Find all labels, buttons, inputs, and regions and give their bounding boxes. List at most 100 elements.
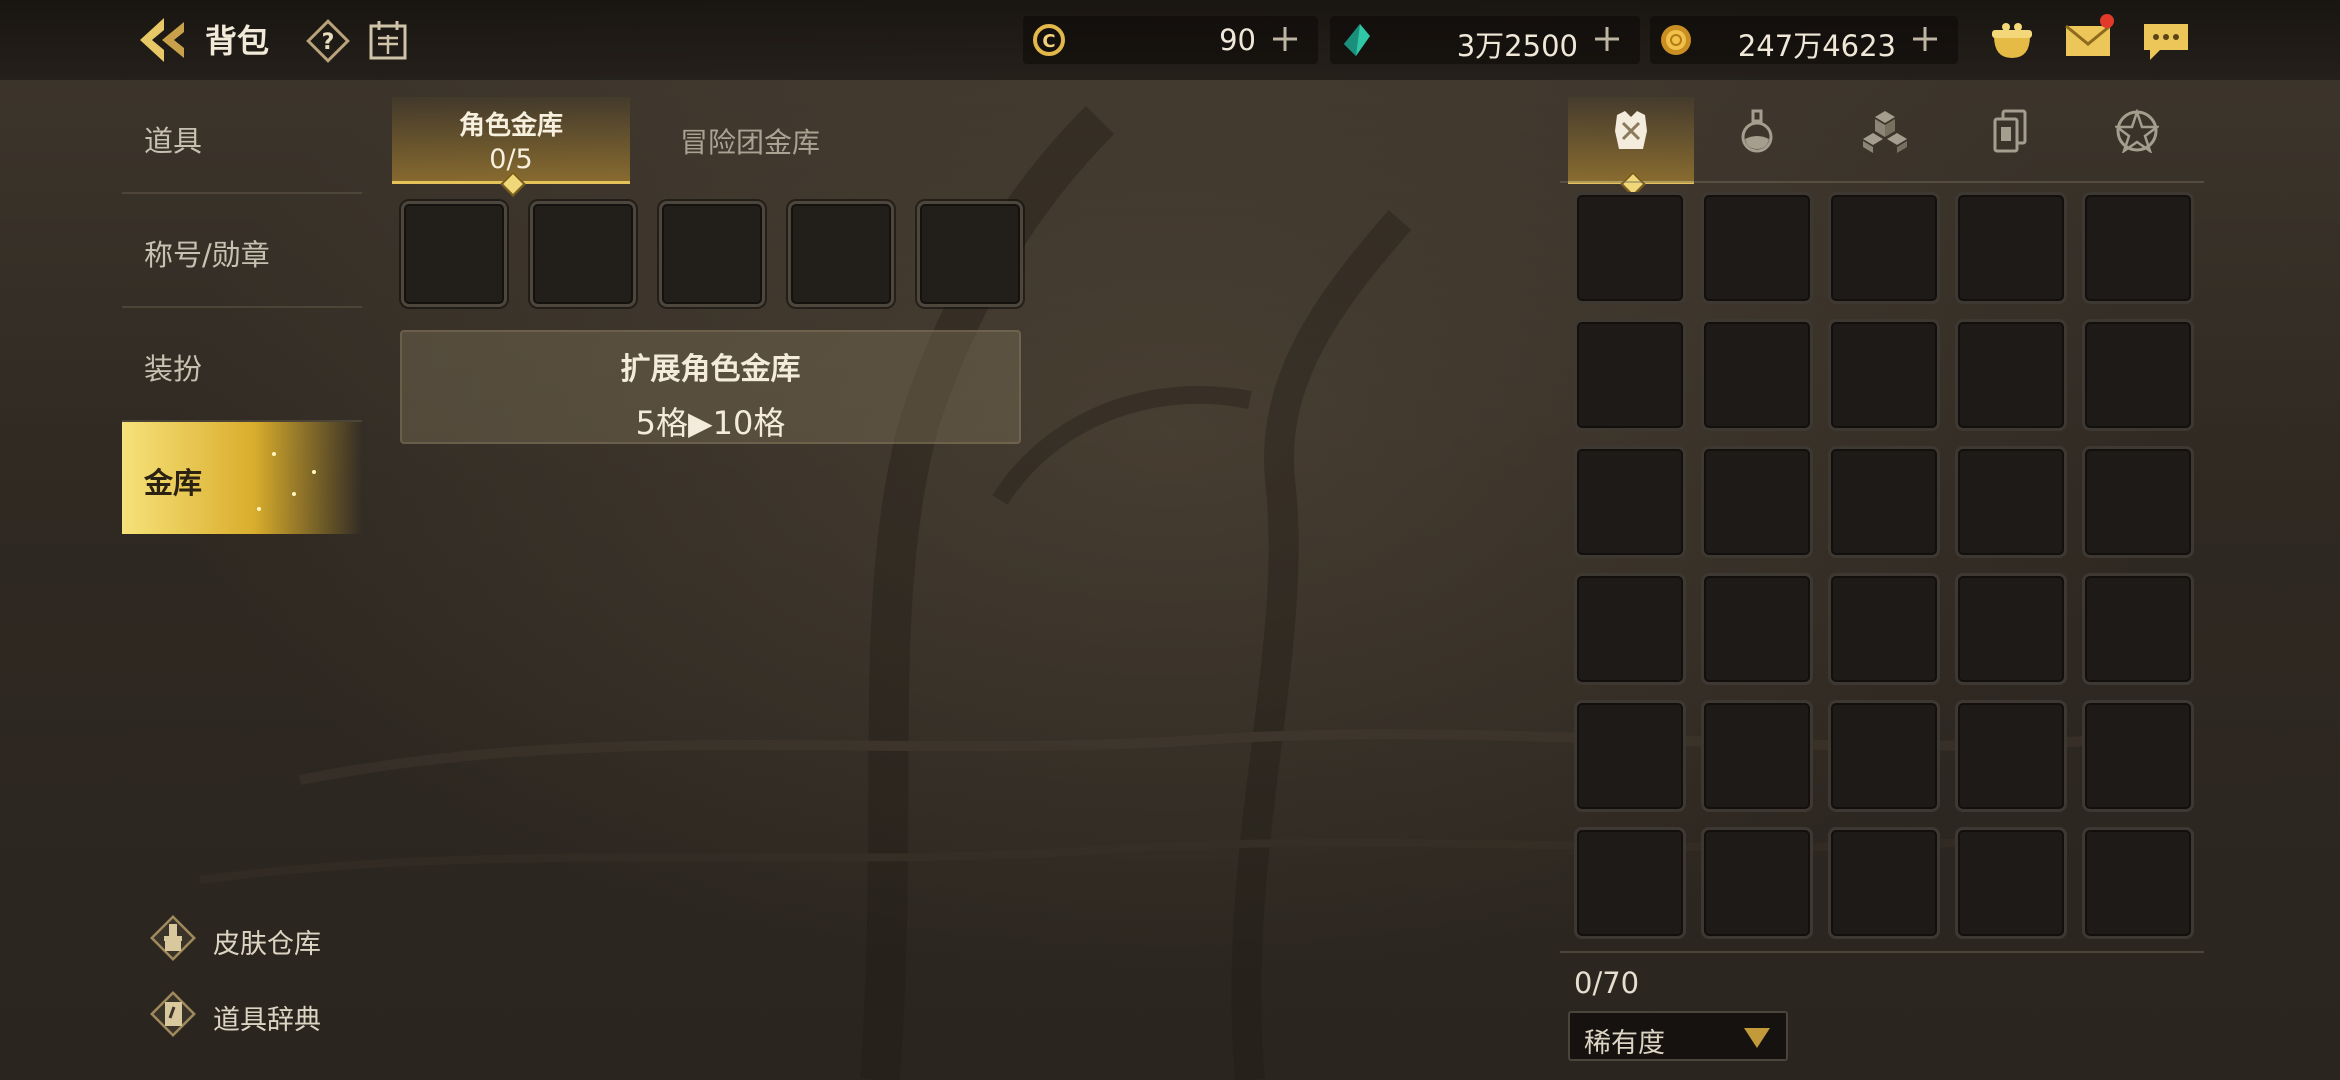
tab-equipment[interactable] xyxy=(1568,97,1694,197)
back-button[interactable] xyxy=(134,14,190,66)
inventory-slot[interactable] xyxy=(1955,573,2067,685)
inventory-slot[interactable] xyxy=(2082,573,2194,685)
vault-slot[interactable] xyxy=(917,201,1023,307)
active-tab-indicator xyxy=(500,171,526,197)
mail-button[interactable] xyxy=(2062,14,2114,64)
sidebar-item-costume[interactable]: 装扮 xyxy=(122,308,362,422)
expand-vault-button[interactable]: 扩展角色金库 5格▶10格 xyxy=(400,330,1021,444)
add-stamina-button[interactable] xyxy=(1268,22,1302,56)
chat-button[interactable] xyxy=(2140,16,2192,64)
inventory-slot[interactable] xyxy=(1574,700,1686,812)
purse-button[interactable] xyxy=(1986,16,2038,64)
inventory-slot[interactable] xyxy=(1701,319,1813,431)
sort-value: 稀有度 xyxy=(1584,1028,1665,1059)
brush-icon xyxy=(150,915,196,961)
item-dictionary-label: 道具辞典 xyxy=(213,1005,321,1036)
book-icon xyxy=(150,991,196,1037)
pentagram-icon xyxy=(2115,109,2159,153)
sidebar-item-vault[interactable]: 金库 xyxy=(122,422,362,534)
inventory-slot[interactable] xyxy=(1574,319,1686,431)
inventory-slot[interactable] xyxy=(2082,827,2194,939)
inventory-slot[interactable] xyxy=(1574,192,1686,304)
vault-slot[interactable] xyxy=(788,201,894,307)
tab-cards[interactable] xyxy=(1946,97,2072,181)
inventory-slot[interactable] xyxy=(1701,573,1813,685)
inventory-slot[interactable] xyxy=(1955,700,2067,812)
question-mark-icon: ? xyxy=(306,19,350,63)
tab-label: 冒险团金库 xyxy=(679,126,820,159)
inventory-count: 0/70 xyxy=(1574,966,1640,1000)
vault-slot[interactable] xyxy=(659,201,765,307)
inventory-slot[interactable] xyxy=(1574,573,1686,685)
gold-value: 247万4623 xyxy=(1737,29,1896,63)
help-button[interactable]: ? xyxy=(305,18,351,64)
gold-coin-icon xyxy=(1661,25,1691,55)
stamina-currency: C 90 xyxy=(1023,16,1318,64)
inventory-slot[interactable] xyxy=(1574,446,1686,558)
svg-text:C: C xyxy=(1042,31,1055,52)
inventory-slot[interactable] xyxy=(2082,446,2194,558)
inventory-slot[interactable] xyxy=(2082,192,2194,304)
sparkle-decoration xyxy=(312,470,316,474)
sidebar-item-titles-medals[interactable]: 称号/勋章 xyxy=(122,194,362,308)
divider xyxy=(1560,951,2204,953)
add-gem-button[interactable] xyxy=(1590,22,1624,56)
page-title: 背包 xyxy=(205,22,270,60)
chat-bubble-icon xyxy=(2144,24,2188,60)
inventory-slot[interactable] xyxy=(1955,319,2067,431)
inventory-slot[interactable] xyxy=(1828,446,1940,558)
tab-consumables[interactable] xyxy=(1694,97,1820,181)
sidebar-nav: 道具 称号/勋章 装扮 金库 xyxy=(122,80,362,534)
back-arrow-icon xyxy=(140,18,184,62)
tab-adventure-team-vault[interactable]: 冒险团金库 xyxy=(660,97,840,181)
inventory-slot[interactable] xyxy=(1828,192,1940,304)
sparkle-decoration xyxy=(257,507,261,511)
vault-slot[interactable] xyxy=(530,201,636,307)
top-bar: 背包 ? C 90 3万2500 247万4623 xyxy=(0,0,2340,80)
calendar-icon xyxy=(369,21,407,60)
inventory-slot[interactable] xyxy=(2082,319,2194,431)
vault-capacity: 0/5 xyxy=(489,144,533,175)
inventory-slot[interactable] xyxy=(1828,573,1940,685)
calendar-button[interactable] xyxy=(366,18,410,62)
sparkle-decoration xyxy=(292,492,296,496)
tab-emblems[interactable] xyxy=(2072,97,2198,181)
armor-icon xyxy=(1615,111,1647,149)
inventory-slot[interactable] xyxy=(1955,446,2067,558)
sidebar-item-label: 道具 xyxy=(144,124,203,158)
inventory-slot[interactable] xyxy=(1828,827,1940,939)
inventory-slot[interactable] xyxy=(1701,827,1813,939)
sort-dropdown[interactable]: 稀有度 xyxy=(1568,1011,1788,1061)
inventory-slot[interactable] xyxy=(1701,700,1813,812)
sidebar-item-items[interactable]: 道具 xyxy=(122,80,362,194)
sidebar-item-label: 金库 xyxy=(144,466,203,500)
inventory-slot[interactable] xyxy=(1828,319,1940,431)
c-coin-icon: C xyxy=(1033,24,1065,56)
inventory-slot[interactable] xyxy=(1701,446,1813,558)
mail-notification-dot xyxy=(2100,14,2114,28)
tab-materials[interactable] xyxy=(1820,97,1946,181)
potion-icon xyxy=(1741,109,1773,153)
add-gold-button[interactable] xyxy=(1908,22,1942,56)
inventory-slot[interactable] xyxy=(1955,192,2067,304)
coin-purse-icon xyxy=(1992,23,2032,58)
materials-cube-icon xyxy=(1863,111,1907,153)
sidebar-item-label: 称号/勋章 xyxy=(144,238,270,272)
green-crystal-icon xyxy=(1344,24,1370,56)
vault-slot[interactable] xyxy=(401,201,507,307)
inventory-slot[interactable] xyxy=(2082,700,2194,812)
inventory-slot[interactable] xyxy=(1955,827,2067,939)
inventory-slot[interactable] xyxy=(1574,827,1686,939)
svg-text:?: ? xyxy=(322,30,335,55)
gem-currency: 3万2500 xyxy=(1330,16,1640,64)
gem-value: 3万2500 xyxy=(1456,29,1578,63)
dropdown-arrow-icon xyxy=(1744,1028,1770,1048)
expand-detail: 5格▶10格 xyxy=(635,404,786,442)
tab-character-vault[interactable]: 角色金库 0/5 xyxy=(392,97,630,197)
sparkle-decoration xyxy=(272,452,276,456)
inventory-slot[interactable] xyxy=(1701,192,1813,304)
divider xyxy=(1560,181,2204,183)
inventory-slot[interactable] xyxy=(1828,700,1940,812)
tab-label: 角色金库 xyxy=(458,111,563,141)
expand-title: 扩展角色金库 xyxy=(620,352,801,387)
